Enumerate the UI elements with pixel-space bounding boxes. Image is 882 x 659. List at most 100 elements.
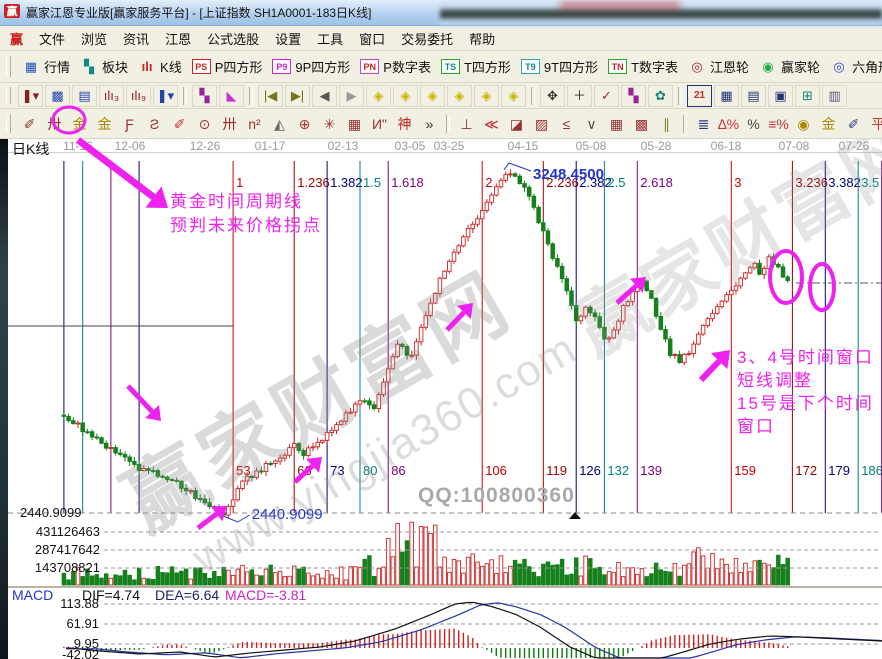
tool-icon-4[interactable]: ılı₉ xyxy=(126,85,151,107)
tool-icon-28[interactable]: ▦ xyxy=(714,85,739,107)
tool-icon-32[interactable]: ▥ xyxy=(822,85,847,107)
tool-icon-31[interactable]: ⊞ xyxy=(795,85,820,107)
draw-tool-icon-6[interactable]: ✐ xyxy=(168,113,191,135)
tool-icon-3[interactable]: ılı₃ xyxy=(99,85,124,107)
draw-tool-icon-5[interactable]: Ƨ xyxy=(143,113,166,135)
tool-icon-2[interactable]: ▤ xyxy=(72,85,97,107)
draw-tool-icon-0[interactable]: ✐ xyxy=(18,113,41,135)
draw-tool-icon-8[interactable]: 卅 xyxy=(218,113,241,135)
draw-tool-icon-7[interactable]: ⊙ xyxy=(193,113,216,135)
draw-tool-icon-35[interactable]: 平 xyxy=(867,113,882,135)
tool-winner-wheel-button[interactable]: ◉赢家轮 xyxy=(754,55,825,78)
tool-sectors-label: 板块 xyxy=(102,57,128,76)
toolbar-grip[interactable] xyxy=(6,56,11,76)
toolbar-grip[interactable] xyxy=(6,114,11,133)
tool-icon-21[interactable]: ✥ xyxy=(540,85,565,107)
menu-item-5[interactable]: 设置 xyxy=(267,27,309,50)
draw-tool-icon-2[interactable]: 金 xyxy=(68,113,91,135)
tool-icon-29[interactable]: ▤ xyxy=(741,85,766,107)
draw-tool-icon-33[interactable]: 金 xyxy=(817,113,840,135)
tool-icon-7[interactable]: ▚ xyxy=(192,85,217,107)
draw-tool-icon-11[interactable]: ⊕ xyxy=(293,113,316,135)
tool-sectors-button[interactable]: ▚板块 xyxy=(75,55,133,78)
tool-icon-30[interactable]: ▣ xyxy=(768,85,793,107)
tool-kline-button[interactable]: ılıK线 xyxy=(133,55,187,78)
tool-icon-23[interactable]: ✓ xyxy=(594,85,619,107)
tool-9t-square-button[interactable]: T99T四方形 xyxy=(516,55,603,78)
price-chart-canvas[interactable]: 11-1612-0612-2601-1702-1303-0503-2504-15… xyxy=(0,139,882,659)
draw-tool-icon-3[interactable]: 金 xyxy=(93,113,116,135)
tool-icon-1[interactable]: ▩ xyxy=(45,85,70,107)
tool-9p-square-button[interactable]: P99P四方形 xyxy=(267,55,355,78)
tool-9t-square-label: 9T四方形 xyxy=(544,57,598,76)
tool-icon-16[interactable]: ◈ xyxy=(420,85,445,107)
tool-icon-12[interactable]: ◀ xyxy=(312,85,337,107)
tool-p-square-button[interactable]: PSP四方形 xyxy=(187,55,268,78)
tool-icon-18[interactable]: ◈ xyxy=(474,85,499,107)
tool-icon-15[interactable]: ◈ xyxy=(393,85,418,107)
menu-item-4[interactable]: 公式选股 xyxy=(199,27,267,50)
menu-item-8[interactable]: 交易委托 xyxy=(393,27,461,50)
tool-icon-8[interactable]: ◣ xyxy=(219,85,244,107)
tool-icon-13[interactable]: ▶ xyxy=(339,85,364,107)
tool-gann-wheel-button[interactable]: ◎江恩轮 xyxy=(683,55,754,78)
menu-item-1[interactable]: 浏览 xyxy=(73,27,115,50)
tool-t-table-icon: TN xyxy=(608,59,627,74)
menu-item-3[interactable]: 江恩 xyxy=(157,27,199,50)
draw-tool-icon-24[interactable]: ▦ xyxy=(605,113,628,135)
draw-tool-icon-21[interactable]: ▨ xyxy=(530,113,553,135)
draw-tool-icon-10[interactable]: ◭ xyxy=(268,113,291,135)
tool-icon-10[interactable]: |◀ xyxy=(258,85,283,107)
tool-icon-25[interactable]: ✿ xyxy=(648,85,673,107)
tool-9p-square-label: 9P四方形 xyxy=(295,57,350,76)
draw-tool-icon-18[interactable]: ⊥ xyxy=(455,113,478,135)
tool-icon-14[interactable]: ◈ xyxy=(366,85,391,107)
tool-p-table-button[interactable]: PNP数字表 xyxy=(355,55,436,78)
tool-winner-wheel-label: 赢家轮 xyxy=(781,57,820,76)
draw-tool-icon-30[interactable]: % xyxy=(742,113,765,135)
draw-tool-icon-14[interactable]: И" xyxy=(368,113,391,135)
draw-tool-icon-4[interactable]: Ƒ xyxy=(118,113,141,135)
tool-icon-24[interactable]: ▚ xyxy=(621,85,646,107)
svg-text:04-15: 04-15 xyxy=(508,139,539,153)
tool-icon-0[interactable]: ❚▾ xyxy=(18,85,43,107)
draw-tool-icon-16[interactable]: » xyxy=(418,113,441,135)
menu-bar: 赢 文件浏览资讯江恩公式选股设置工具窗口交易委托帮助 xyxy=(0,26,882,51)
draw-tool-icon-29[interactable]: ∆% xyxy=(717,113,740,135)
menu-item-7[interactable]: 窗口 xyxy=(351,27,393,50)
tool-hexagon-button[interactable]: ◎六角形 xyxy=(825,55,882,78)
svg-text:05-28: 05-28 xyxy=(641,139,672,153)
draw-tool-icon-23[interactable]: ∨ xyxy=(580,113,603,135)
draw-tool-icon-31[interactable]: ≡% xyxy=(767,113,790,135)
menu-item-6[interactable]: 工具 xyxy=(309,27,351,50)
tool-icon-19[interactable]: ◈ xyxy=(501,85,526,107)
draw-tool-icon-20[interactable]: ◪ xyxy=(505,113,528,135)
tool-icon-5[interactable]: ❚▾ xyxy=(153,85,178,107)
draw-tool-icon-15[interactable]: 神 xyxy=(393,113,416,135)
title-bar[interactable]: 赢 赢家江恩专业版[赢家服务平台] - [上证指数 SH1A0001-183日K… xyxy=(0,0,882,26)
draw-tool-icon-25[interactable]: ▩ xyxy=(630,113,653,135)
tool-icon-17[interactable]: ◈ xyxy=(447,85,472,107)
draw-tool-icon-28[interactable]: ≣ xyxy=(692,113,715,135)
menu-item-2[interactable]: 资讯 xyxy=(115,27,157,50)
draw-tool-icon-32[interactable]: ◉ xyxy=(792,113,815,135)
draw-tool-icon-9[interactable]: n² xyxy=(243,113,266,135)
menu-item-0[interactable]: 文件 xyxy=(31,27,73,50)
draw-tool-icon-34[interactable]: ✐ xyxy=(842,113,865,135)
tool-t-square-button[interactable]: TST四方形 xyxy=(436,55,516,78)
toolbar-grip[interactable] xyxy=(6,87,11,103)
tool-icon-22[interactable]: ＋ xyxy=(567,85,592,107)
draw-tool-icon-19[interactable]: ≪ xyxy=(480,113,503,135)
menu-logo-icon: 赢 xyxy=(10,29,23,48)
tool-quotes-button[interactable]: ▦行情 xyxy=(17,55,75,78)
svg-text:1.618: 1.618 xyxy=(391,175,424,190)
tool-icon-27[interactable]: 21 xyxy=(687,85,712,107)
draw-tool-icon-1[interactable]: 卅 xyxy=(43,113,66,135)
tool-t-table-button[interactable]: TNT数字表 xyxy=(603,55,683,78)
draw-tool-icon-12[interactable]: ✳ xyxy=(318,113,341,135)
draw-tool-icon-22[interactable]: ≤ xyxy=(555,113,578,135)
menu-item-9[interactable]: 帮助 xyxy=(461,27,503,50)
tool-icon-11[interactable]: ▶| xyxy=(285,85,310,107)
draw-tool-icon-13[interactable]: ▦ xyxy=(343,113,366,135)
draw-tool-icon-26[interactable]: ∥ xyxy=(655,113,678,135)
